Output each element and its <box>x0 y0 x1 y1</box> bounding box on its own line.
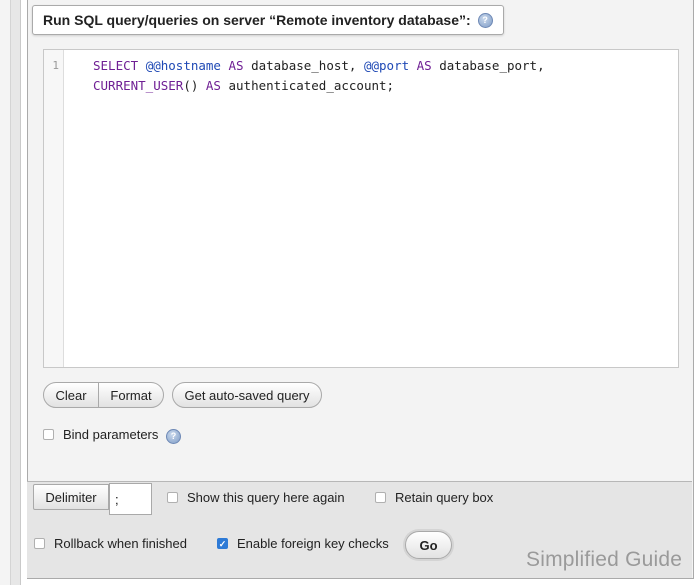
keyword-as: AS <box>416 58 432 73</box>
foreign-key-checks-checkbox[interactable]: ✓ <box>217 538 228 549</box>
sql-editor[interactable]: 1 SELECT @@hostname AS database_host, @@… <box>43 49 679 368</box>
function-current-user: CURRENT_USER <box>93 78 184 93</box>
query-box-title-text: Run SQL query/queries on server “Remote … <box>43 12 471 28</box>
rollback-label: Rollback when finished <box>54 536 187 551</box>
retain-query-box-label: Retain query box <box>395 490 494 505</box>
delimiter-input[interactable]: ; <box>109 483 152 515</box>
format-button[interactable]: Format <box>98 382 164 408</box>
watermark: Simplified Guide <box>526 548 683 571</box>
panel-bottom-border <box>27 578 692 579</box>
variable-port: @@port <box>363 58 410 73</box>
show-query-again-label: Show this query here again <box>187 490 345 505</box>
question-circle-icon[interactable]: ? <box>477 12 493 28</box>
question-circle-icon[interactable]: ? <box>166 429 181 444</box>
go-button[interactable]: Go <box>405 531 452 559</box>
foreign-key-checks-label: Enable foreign key checks <box>237 536 389 551</box>
rollback-checkbox[interactable] <box>34 538 45 549</box>
bind-parameters-checkbox[interactable] <box>43 429 54 440</box>
clear-button[interactable]: Clear <box>43 382 99 408</box>
alias-database-port: database_port, <box>439 58 545 73</box>
line-number: 1 <box>52 59 59 72</box>
variable-hostname: @@hostname <box>145 58 221 73</box>
left-navigation-edge <box>0 0 21 585</box>
line-number-gutter: 1 <box>44 50 64 367</box>
show-query-again-checkbox[interactable] <box>167 492 178 503</box>
delimiter-label: Delimiter <box>33 484 109 510</box>
keyword-as: AS <box>205 78 221 93</box>
query-box-title: Run SQL query/queries on server “Remote … <box>32 5 504 35</box>
sql-code[interactable]: SELECT @@hostname AS database_host, @@po… <box>93 56 545 96</box>
scrollbar-track[interactable] <box>10 0 20 585</box>
keyword-select: SELECT <box>93 58 139 73</box>
alias-authenticated-account: authenticated_account; <box>228 78 395 93</box>
retain-query-box-checkbox[interactable] <box>375 492 386 503</box>
bind-parameters-label: Bind parameters <box>63 427 159 442</box>
get-auto-saved-query-button[interactable]: Get auto-saved query <box>172 382 322 408</box>
keyword-as: AS <box>228 58 244 73</box>
alias-database-host: database_host, <box>251 58 357 73</box>
function-parens: () <box>183 78 199 93</box>
